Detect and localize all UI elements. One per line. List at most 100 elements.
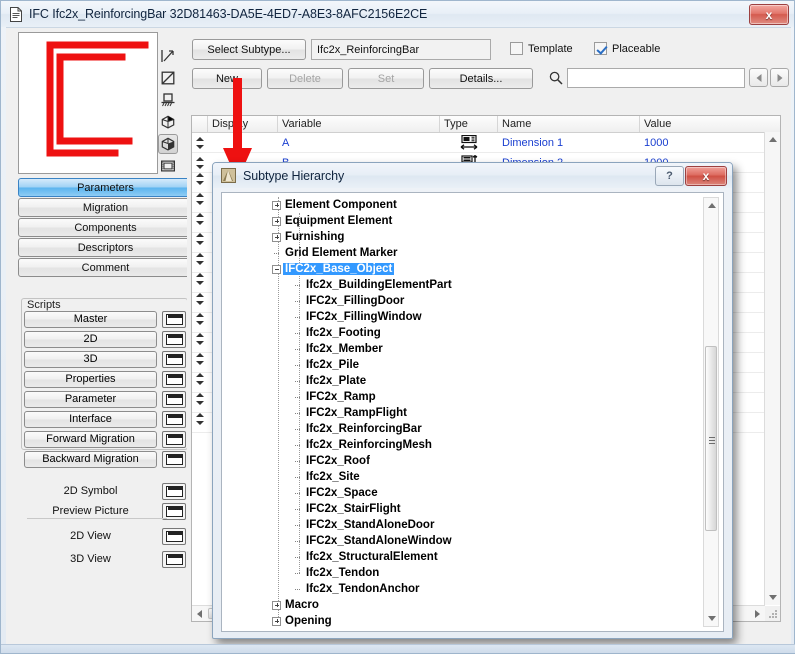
tree-node-ifc2x-fillingdoor[interactable]: IFC2x_FillingDoor: [226, 293, 704, 309]
tree-node-ifc2x-structuralelement[interactable]: Ifc2x_StructuralElement: [226, 549, 704, 565]
script-button-parameter[interactable]: Parameter: [24, 390, 157, 408]
subtype-name-value: Ifc2x_ReinforcingBar: [317, 43, 420, 56]
subtype-name-field[interactable]: Ifc2x_ReinforcingBar: [311, 39, 491, 60]
expand-icon[interactable]: [272, 600, 281, 610]
tree-node-ifc2x-base-object[interactable]: IFC2x_Base_Object: [226, 261, 704, 277]
set-button[interactable]: Set: [348, 68, 424, 89]
expand-icon[interactable]: [272, 200, 281, 210]
sidebar-item-descriptors[interactable]: Descriptors: [18, 238, 193, 257]
row-spinner[interactable]: [192, 133, 208, 152]
grid-header-name[interactable]: Name: [498, 116, 640, 132]
delete-button[interactable]: Delete: [267, 68, 343, 89]
tree-node-grid-element-marker[interactable]: Grid Element Marker: [226, 245, 704, 261]
grid-header-variable[interactable]: Variable: [278, 116, 440, 132]
window-icon-2d-view[interactable]: [162, 527, 186, 545]
tree-node-ifc2x-standalonewindow[interactable]: IFC2x_StandAloneWindow: [226, 533, 704, 549]
table-row[interactable]: A Dimension 1 1000: [192, 133, 780, 153]
tree-scroll-thumb[interactable]: [705, 346, 717, 531]
grid-vertical-scrollbar[interactable]: [764, 132, 780, 605]
script-button-2d[interactable]: 2D: [24, 330, 157, 348]
window-icon-3d-view[interactable]: [162, 550, 186, 568]
expand-icon[interactable]: [272, 216, 281, 226]
sidebar-item-components[interactable]: Components: [18, 218, 193, 237]
film-icon[interactable]: [158, 156, 178, 176]
tree-node-equipment-element[interactable]: Equipment Element: [226, 213, 704, 229]
script-button-forward-migration[interactable]: Forward Migration: [24, 430, 157, 448]
sidebar-item-migration[interactable]: Migration: [18, 198, 193, 217]
dialog-close-button[interactable]: x: [685, 166, 727, 186]
window-close-button[interactable]: x: [749, 4, 789, 25]
next-button[interactable]: [770, 68, 789, 87]
tree-node-ifc2x-tendon[interactable]: Ifc2x_Tendon: [226, 565, 704, 581]
resize-grip-icon[interactable]: [767, 608, 779, 620]
tree-node-ifc2x-standalonedoor[interactable]: IFC2x_StandAloneDoor: [226, 517, 704, 533]
tree-node-ifc2x-rampflight[interactable]: IFC2x_RampFlight: [226, 405, 704, 421]
tree-node-ifc2x-ramp[interactable]: IFC2x_Ramp: [226, 389, 704, 405]
tree-node-ifc2x-fillingwindow[interactable]: IFC2x_FillingWindow: [226, 309, 704, 325]
previous-button[interactable]: [749, 68, 768, 87]
tree-node-macro[interactable]: Macro: [226, 597, 704, 613]
tree-node-label: Ifc2x_TendonAnchor: [306, 583, 420, 595]
tree-node-ifc2x-stairflight[interactable]: IFC2x_StairFlight: [226, 501, 704, 517]
grid-header-value[interactable]: Value: [640, 116, 767, 132]
leaf-icon: [293, 329, 302, 338]
scroll-right-icon[interactable]: [755, 610, 760, 618]
template-checkbox[interactable]: Template: [510, 42, 573, 55]
script-window-icon-forward-migration[interactable]: [162, 430, 186, 448]
cube-icon[interactable]: [158, 112, 178, 132]
scroll-up-icon[interactable]: [769, 137, 777, 142]
script-window-icon-parameter[interactable]: [162, 390, 186, 408]
script-button-interface[interactable]: Interface: [24, 410, 157, 428]
sidebar-item-comment[interactable]: Comment: [18, 258, 193, 277]
window-icon-preview-picture[interactable]: [162, 502, 186, 520]
tree-node-ifc2x-tendonanchor[interactable]: Ifc2x_TendonAnchor: [226, 581, 704, 597]
tree-node-ifc2x-reinforcingbar[interactable]: Ifc2x_ReinforcingBar: [226, 421, 704, 437]
scroll-down-icon[interactable]: [769, 595, 777, 600]
tree-node-ifc2x-footing[interactable]: Ifc2x_Footing: [226, 325, 704, 341]
script-button-properties[interactable]: Properties: [24, 370, 157, 388]
tree-node-ifc2x-pile[interactable]: Ifc2x_Pile: [226, 357, 704, 373]
expand-icon[interactable]: [272, 232, 281, 242]
section-icon[interactable]: [158, 90, 178, 110]
script-window-icon-3d[interactable]: [162, 350, 186, 368]
dialog-help-button[interactable]: ?: [655, 166, 684, 186]
new-button[interactable]: New: [192, 68, 262, 89]
script-window-icon-master[interactable]: [162, 310, 186, 328]
tree-node-ifc2x-reinforcingmesh[interactable]: Ifc2x_ReinforcingMesh: [226, 437, 704, 453]
preview-thumbnail[interactable]: [18, 32, 158, 174]
tree-node-ifc2x-site[interactable]: Ifc2x_Site: [226, 469, 704, 485]
tree-node-element-component[interactable]: Element Component: [226, 197, 704, 213]
tree-node-furnishing[interactable]: Furnishing: [226, 229, 704, 245]
expand-icon[interactable]: [272, 616, 281, 626]
tree-node-ifc2x-space[interactable]: IFC2x_Space: [226, 485, 704, 501]
script-window-icon-properties[interactable]: [162, 370, 186, 388]
collapse-icon[interactable]: [272, 264, 281, 274]
tree-node-ifc2x-member[interactable]: Ifc2x_Member: [226, 341, 704, 357]
tree-node-opening[interactable]: Opening: [226, 613, 704, 627]
row-spinner[interactable]: [192, 153, 208, 172]
scroll-up-icon[interactable]: [708, 203, 716, 208]
script-button-backward-migration[interactable]: Backward Migration: [24, 450, 157, 468]
scroll-left-icon[interactable]: [197, 610, 202, 618]
tree-node-ifc2x-roof[interactable]: IFC2x_Roof: [226, 453, 704, 469]
select-subtype-button[interactable]: Select Subtype...: [192, 39, 306, 60]
tree-vertical-scrollbar[interactable]: [703, 197, 719, 627]
search-input[interactable]: [567, 68, 745, 88]
tree-node-ifc2x-buildingelementpart[interactable]: Ifc2x_BuildingElementPart: [226, 277, 704, 293]
element-icon[interactable]: [158, 134, 178, 154]
fill-icon[interactable]: [158, 68, 178, 88]
grid-header-type[interactable]: Type: [440, 116, 498, 132]
details-button[interactable]: Details...: [429, 68, 533, 89]
script-button-3d[interactable]: 3D: [24, 350, 157, 368]
placeable-checkbox[interactable]: Placeable: [594, 42, 660, 55]
grid-header-display[interactable]: Display: [208, 116, 278, 132]
window-icon-2d-symbol[interactable]: [162, 482, 186, 500]
subtype-tree[interactable]: Element Component Equipment Element Furn…: [226, 197, 704, 627]
scroll-down-icon[interactable]: [708, 616, 716, 621]
hotspot-icon[interactable]: [158, 46, 178, 66]
tree-node-ifc2x-plate[interactable]: Ifc2x_Plate: [226, 373, 704, 389]
script-window-icon-interface[interactable]: [162, 410, 186, 428]
script-window-icon-2d[interactable]: [162, 330, 186, 348]
script-button-master[interactable]: Master: [24, 310, 157, 328]
script-window-icon-backward-migration[interactable]: [162, 450, 186, 468]
